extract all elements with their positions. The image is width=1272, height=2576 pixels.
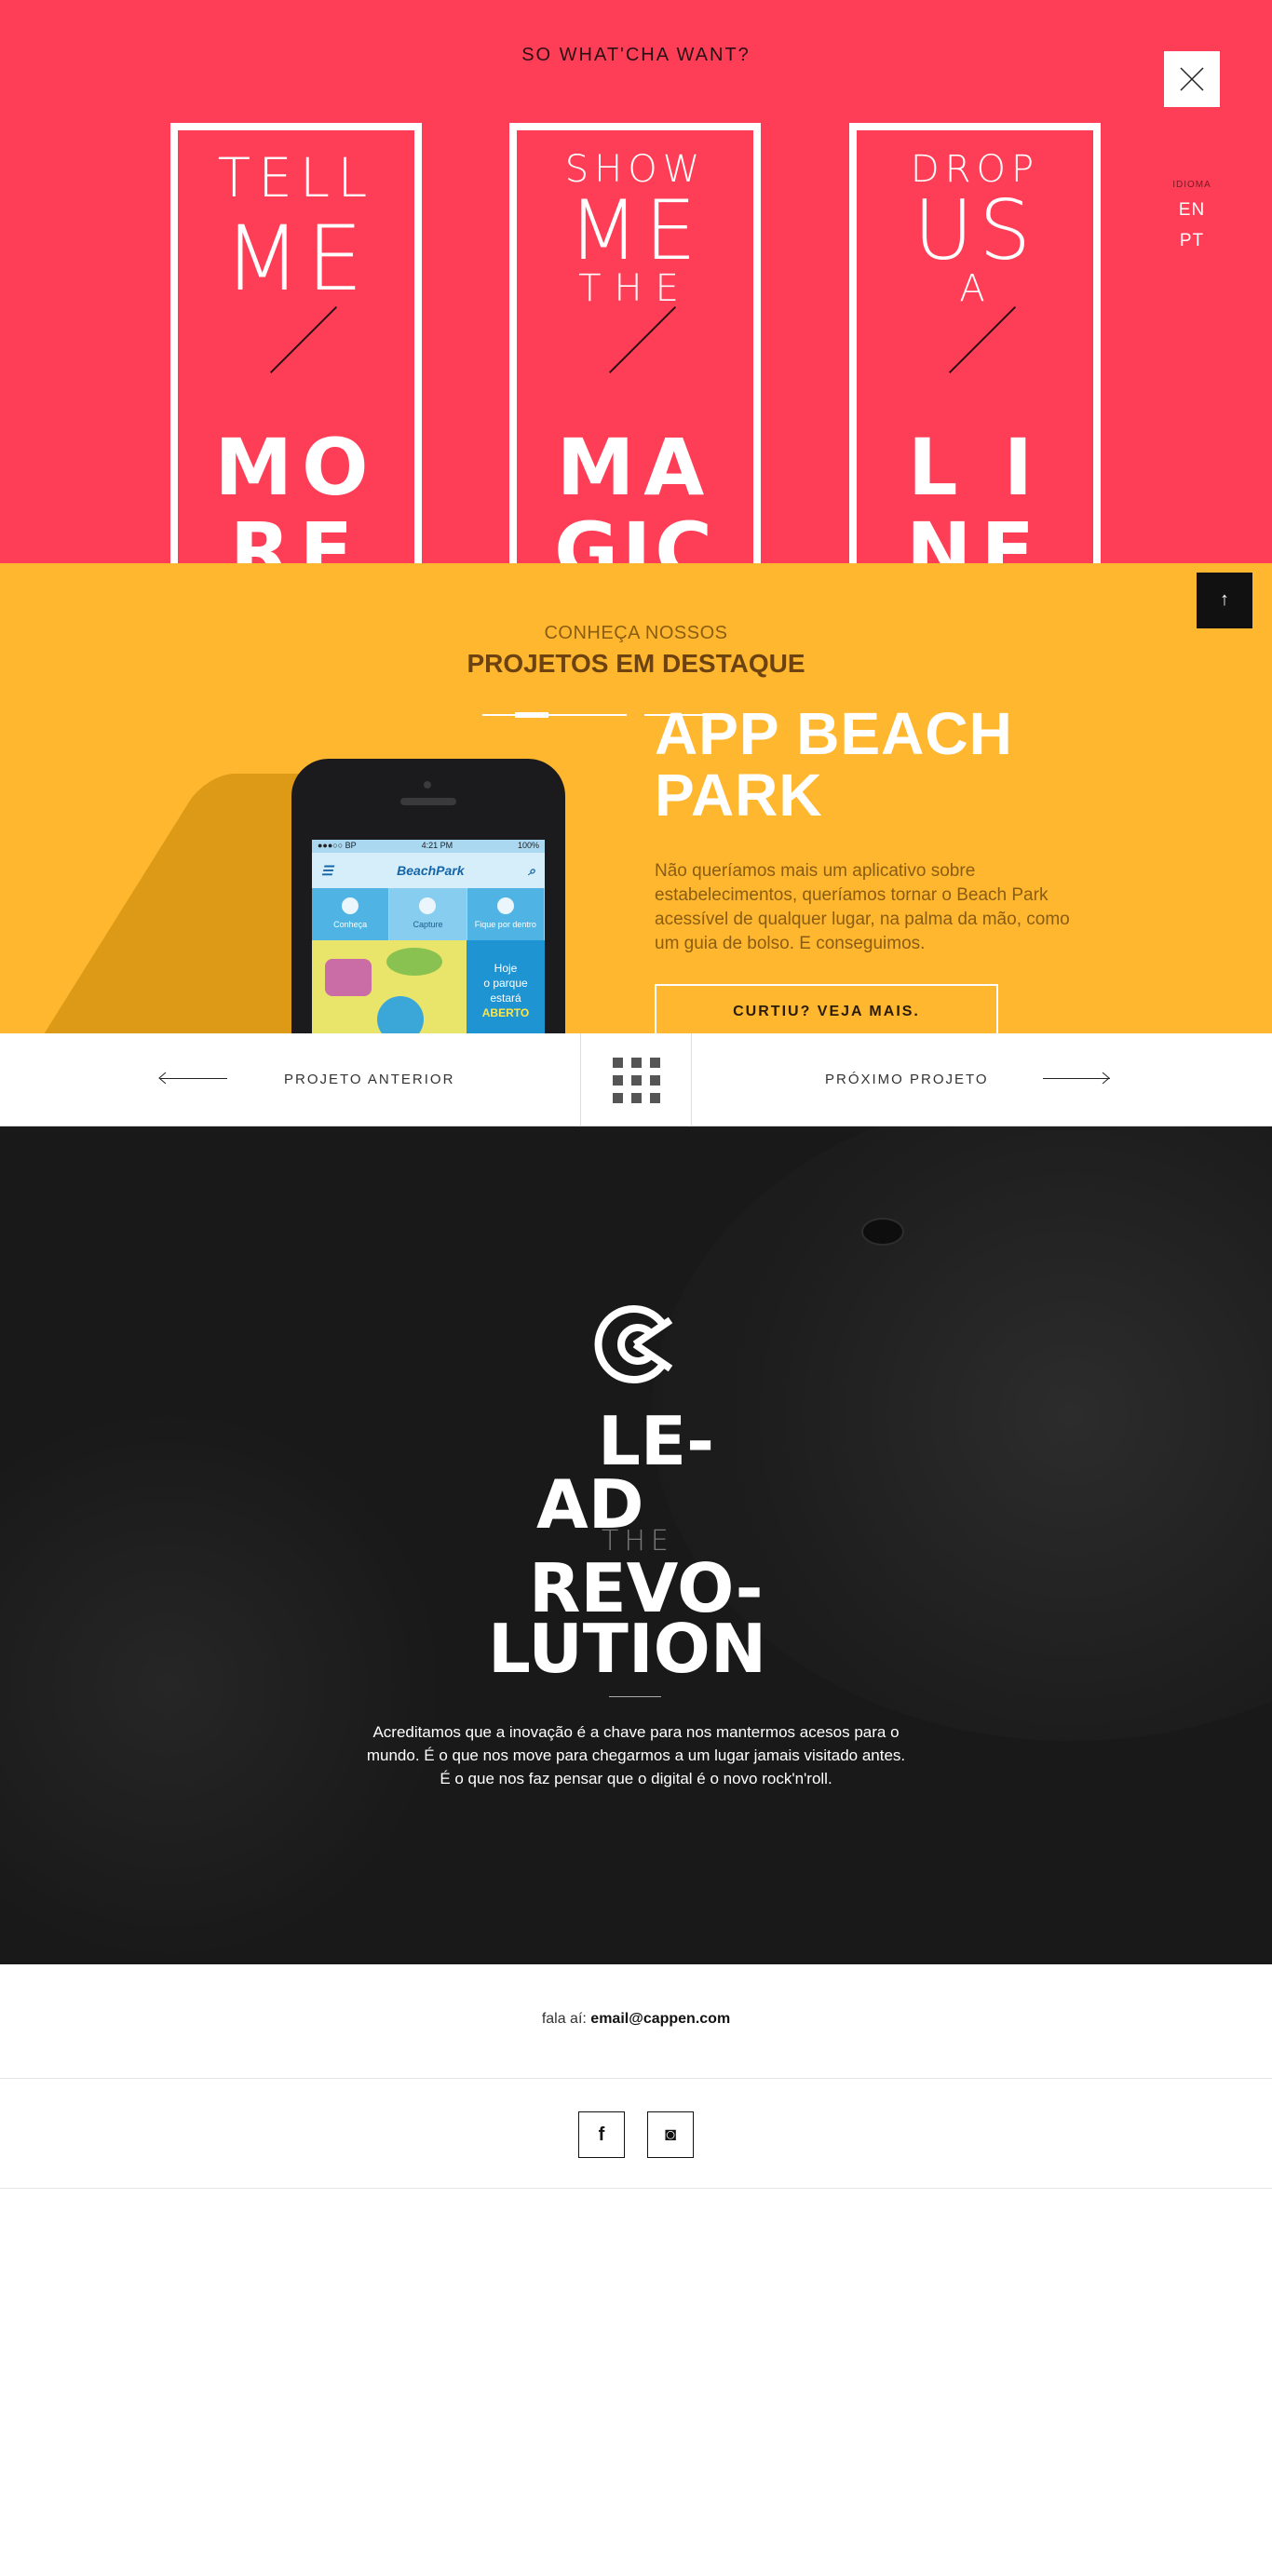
see-more-button[interactable]: CURTIU? VEJA MAIS. — [655, 984, 998, 1033]
phone-screen: ●●●○○ BP 4:21 PM 100% ☰ BeachPark ⌕ Conh… — [312, 840, 545, 1033]
app-tab: Capture — [389, 888, 467, 940]
card-line: ME — [568, 182, 702, 278]
arrow-up-icon: ↑ — [1220, 589, 1229, 610]
app-nav-bar: ☰ BeachPark ⌕ — [312, 853, 545, 888]
next-project-link[interactable]: PRÓXIMO PROJETO — [825, 1033, 989, 1126]
card-big-text: L I — [907, 422, 1043, 513]
card-line: TELL — [217, 146, 375, 209]
phone-mockup: ●●●○○ BP 4:21 PM 100% ☰ BeachPark ⌕ Conh… — [291, 759, 565, 1033]
language-label: IDIOMA — [1172, 180, 1211, 190]
card-big-text: MA — [556, 422, 714, 513]
project-navigation: PROJETO ANTERIOR PRÓXIMO PROJETO — [0, 1033, 1272, 1126]
instagram-button[interactable]: ◙ — [647, 2111, 694, 2158]
phone-speaker — [400, 798, 456, 805]
all-projects-button[interactable] — [580, 1033, 692, 1126]
revolution-word: LUTION — [488, 1610, 767, 1688]
divider — [609, 1696, 661, 1697]
contact-prefix: fala aí: — [541, 2011, 587, 2027]
divider — [562, 714, 627, 716]
arrow-left-icon — [158, 1072, 227, 1085]
phone-status-bar: ●●●○○ BP 4:21 PM 100% — [312, 840, 545, 853]
project-title: APP BEACH PARK — [655, 700, 1013, 829]
app-tab: Fique por dentro — [467, 888, 545, 940]
cappen-logo-icon — [594, 1305, 673, 1383]
status-time: 4:21 PM — [421, 841, 453, 850]
app-tabs: Conheça Capture Fique por dentro — [312, 888, 545, 940]
contact-footer: fala aí: email@cappen.com — [0, 1964, 1272, 2079]
language-selector: IDIOMA EN PT — [1164, 180, 1220, 251]
card-tell-me-more[interactable]: TELL ME MO RE — [170, 123, 422, 596]
app-park-map — [312, 940, 467, 1033]
background-texture — [0, 1406, 447, 1964]
card-big-text: MO — [214, 422, 378, 513]
scroll-top-button[interactable]: ↑ — [1197, 573, 1252, 628]
divider — [515, 712, 548, 718]
project-heading: PROJETOS EM DESTAQUE — [467, 649, 805, 678]
revolution-text: Acreditamos que a inovação é a chave par… — [366, 1723, 906, 1787]
app-park-status: Hoje o parque estará ABERTO — [467, 940, 545, 1033]
flip-flops-icon — [342, 897, 359, 914]
status-signal: ●●●○○ BP — [318, 841, 357, 850]
language-option-pt[interactable]: PT — [1164, 231, 1220, 251]
hero-title: SO WHAT'CHA WANT? — [521, 45, 751, 65]
project-subtitle: CONHEÇA NOSSOS — [544, 623, 728, 643]
menu-icon: ☰ — [321, 862, 333, 878]
language-option-en[interactable]: EN — [1164, 200, 1220, 221]
project-description: Não queríamos mais um aplicativo sobre e… — [655, 861, 1070, 953]
app-logo: BeachPark — [397, 863, 465, 878]
card-show-me-the-magic[interactable]: SHOW ME THE MA GIC — [509, 123, 761, 596]
card-slash — [948, 305, 1017, 374]
plane-icon — [496, 897, 514, 914]
card-line: ME — [223, 207, 369, 311]
contact-email-link[interactable]: email@cappen.com — [590, 2011, 730, 2027]
facebook-button[interactable]: f — [578, 2111, 625, 2158]
facebook-icon: f — [598, 2124, 605, 2145]
hero-section: SO WHAT'CHA WANT? IDIOMA EN PT TELL ME M… — [0, 0, 1272, 596]
card-line: THE — [578, 267, 692, 310]
card-drop-us-a-line[interactable]: DROP US A L I NE — [849, 123, 1101, 596]
card-line: A — [959, 267, 991, 310]
camera-icon — [419, 897, 437, 914]
app-tab: Conheça — [312, 888, 390, 940]
card-line: US — [913, 182, 1037, 278]
close-button[interactable] — [1164, 51, 1220, 107]
phone-camera — [424, 781, 431, 789]
previous-project-link[interactable]: PROJETO ANTERIOR — [284, 1033, 454, 1126]
wolf-eye — [861, 1218, 904, 1246]
status-battery: 100% — [517, 841, 539, 850]
card-slash — [608, 305, 677, 374]
close-icon — [1180, 67, 1204, 91]
search-icon: ⌕ — [528, 862, 535, 878]
social-links: f ◙ — [0, 2079, 1272, 2189]
lead-the-revolution-section: LE- AD THE REVO- LUTION Acreditamos que … — [0, 1126, 1272, 1964]
featured-project-section: CONHEÇA NOSSOS PROJETOS EM DESTAQUE ●●●○… — [0, 563, 1272, 1033]
card-slash — [269, 305, 338, 374]
instagram-icon: ◙ — [664, 2124, 677, 2145]
arrow-right-icon — [1043, 1072, 1110, 1085]
